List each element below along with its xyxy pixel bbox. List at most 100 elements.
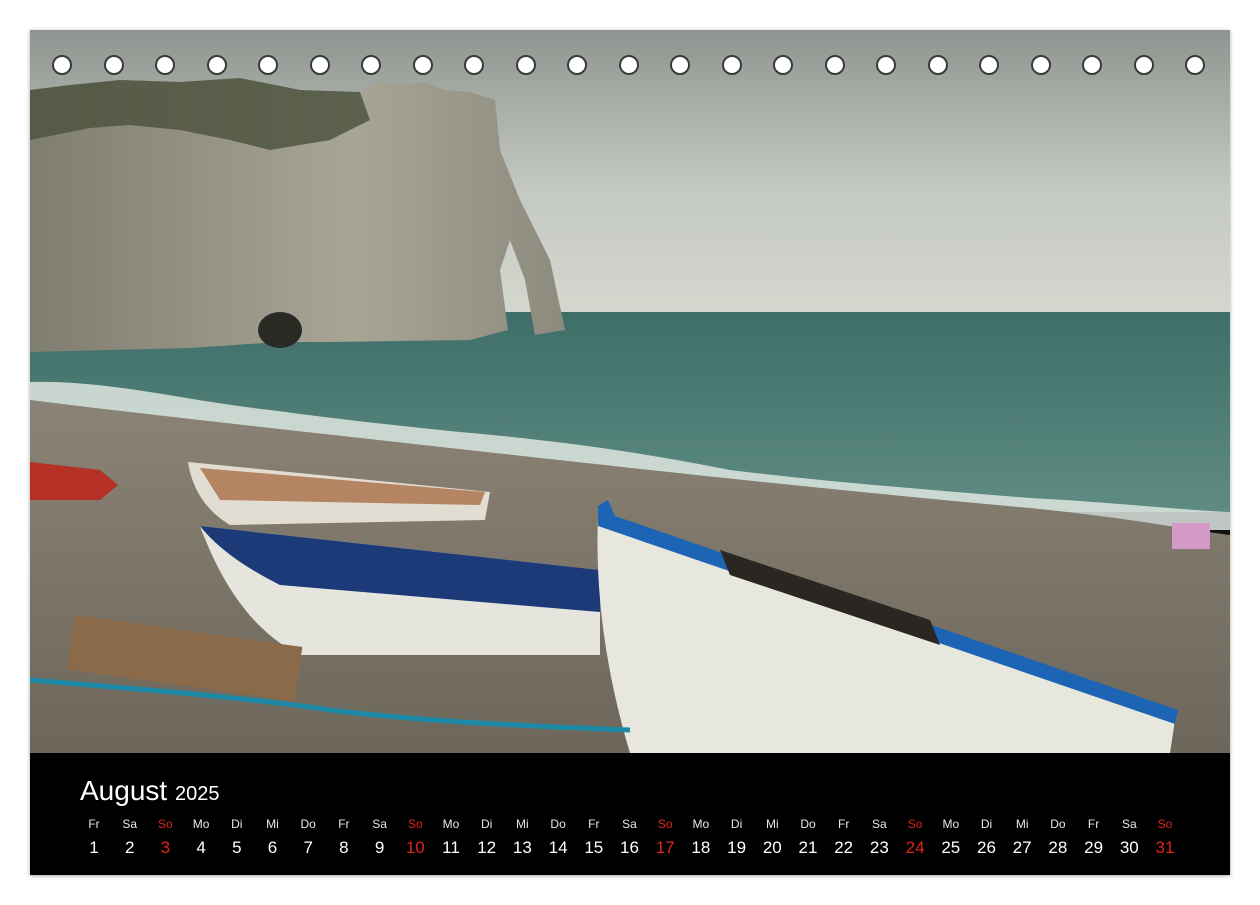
day-number: 21 [798, 838, 818, 857]
weekday-label: Di [481, 817, 493, 831]
day-number: 22 [834, 838, 854, 857]
weekday-label: Mo [692, 817, 710, 831]
day-cell: Mo 11 [433, 817, 469, 861]
day-cell: Mo 4 [183, 817, 219, 861]
day-cell: Fr 15 [576, 817, 612, 861]
beach-cliff-photo [30, 30, 1230, 753]
binding-hole [721, 55, 742, 75]
day-cell: Do 14 [540, 817, 576, 861]
weekday-label: So [1157, 817, 1173, 831]
weekday-label: Mi [516, 817, 529, 831]
day-number: 31 [1155, 838, 1175, 857]
day-number: 19 [727, 838, 747, 857]
weekday-label: So [907, 817, 923, 831]
weekday-label: Mi [1015, 817, 1029, 831]
calendar-page: August 2025 Fr 1 Sa 2 So 3 Mo 4 Di 5 Mi 6 Do 7 Fr 8 Sa 9 S… [30, 30, 1230, 875]
day-cell: Fr 8 [326, 817, 362, 861]
day-number: 27 [1012, 838, 1032, 857]
calendar-photo [30, 30, 1230, 753]
day-cell: Sa 30 [1111, 817, 1147, 861]
binding-hole [876, 55, 896, 75]
binding-hole [1082, 55, 1102, 75]
day-cell: Do 28 [1040, 817, 1076, 861]
day-cell: Sa 9 [362, 817, 398, 861]
binding-hole [361, 55, 381, 75]
weekday-label: Fr [338, 817, 350, 831]
weekday-label: Mo [192, 817, 210, 831]
binding-hole [206, 55, 227, 75]
day-cell: Sa 16 [612, 817, 648, 861]
day-number: 8 [339, 838, 349, 857]
day-cell: So 17 [647, 817, 683, 861]
day-cell: So 10 [397, 817, 433, 861]
day-cell: Fr 1 [76, 817, 112, 861]
weekday-label: Sa [372, 817, 387, 831]
weekday-label: Sa [872, 817, 887, 831]
binding-hole [824, 55, 845, 75]
day-number: 3 [160, 838, 171, 857]
binding-holes [52, 55, 1212, 79]
weekday-label: Fr [588, 817, 600, 831]
binding-hole [52, 55, 72, 75]
month-name: August [80, 775, 168, 806]
day-number: 5 [232, 838, 242, 857]
day-number: 10 [405, 838, 425, 857]
binding-hole [155, 55, 175, 75]
day-number: 20 [762, 838, 782, 857]
day-cell: Fr 22 [826, 817, 862, 861]
day-number: 28 [1048, 838, 1068, 857]
weekday-label: Sa [622, 817, 637, 831]
day-cell: Sa 23 [861, 817, 897, 861]
day-number: 4 [196, 838, 206, 857]
day-number: 7 [303, 838, 313, 857]
day-cell: So 3 [147, 817, 183, 861]
weekday-label: Di [730, 817, 743, 831]
day-number: 17 [655, 838, 675, 857]
weekday-label: Do [550, 817, 566, 831]
day-number: 6 [267, 838, 278, 857]
day-number: 23 [869, 838, 889, 857]
day-cell: Mi 6 [255, 817, 291, 861]
day-cell: Mi 20 [754, 817, 790, 861]
day-number: 14 [548, 838, 568, 857]
binding-hole [979, 55, 999, 75]
binding-hole [258, 55, 278, 75]
day-cell: Sa 2 [112, 817, 148, 861]
binding-hole [1133, 55, 1154, 75]
weekday-label: Di [231, 817, 243, 831]
month-title: August 2025 [80, 775, 219, 807]
day-number: 12 [477, 838, 497, 857]
day-cell: Di 19 [719, 817, 755, 861]
binding-hole [464, 55, 484, 75]
binding-hole [1185, 55, 1205, 75]
day-number: 24 [905, 838, 925, 857]
day-cell: Do 7 [290, 817, 326, 861]
day-number: 30 [1119, 838, 1139, 857]
day-number: 11 [442, 838, 460, 857]
days-row: Fr 1 Sa 2 So 3 Mo 4 Di 5 Mi 6 Do 7 Fr 8 Sa 9 So 10 Mo 11 Di 12 M… [76, 817, 1196, 875]
day-number: 1 [89, 838, 99, 857]
weekday-label: Mo [942, 817, 960, 831]
year-label: 2025 [174, 783, 220, 805]
day-number: 25 [941, 838, 961, 857]
weekday-label: Fr [1087, 817, 1100, 831]
day-cell: Di 12 [469, 817, 505, 861]
binding-hole [412, 55, 433, 75]
binding-hole [670, 55, 690, 75]
binding-hole [773, 55, 793, 75]
day-number: 26 [977, 838, 996, 857]
weekday-label: Fr [88, 817, 100, 831]
binding-hole [927, 55, 948, 75]
day-cell: Mi 27 [1004, 817, 1040, 861]
weekday-label: Fr [838, 817, 850, 831]
weekday-label: Do [800, 817, 816, 831]
day-cell: Di 5 [219, 817, 255, 861]
binding-hole [618, 55, 639, 75]
day-cell: Do 21 [790, 817, 826, 861]
weekday-label: Mo [442, 817, 460, 831]
day-cell: Fr 29 [1076, 817, 1112, 861]
weekday-label: Di [980, 817, 993, 831]
weekday-label: Mi [266, 817, 279, 831]
binding-hole [515, 55, 536, 75]
day-number: 9 [374, 838, 385, 857]
